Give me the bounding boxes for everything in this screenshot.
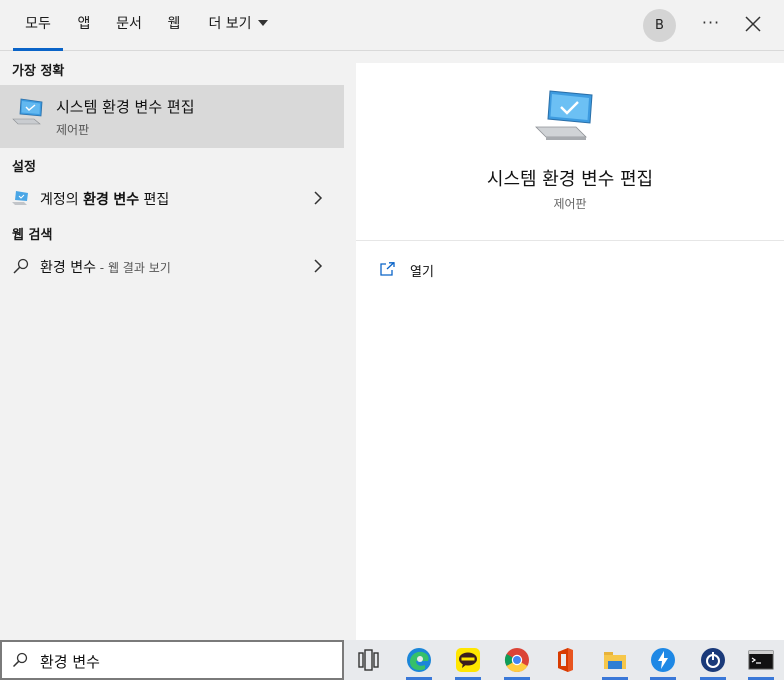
best-match-title: 시스템 환경 변수 편집: [56, 98, 195, 116]
search-input[interactable]: 환경 변수: [0, 640, 344, 680]
account-avatar[interactable]: B: [643, 9, 676, 42]
terminal-icon[interactable]: [748, 647, 774, 673]
divider: [356, 240, 784, 241]
best-match-subtitle: 제어판: [56, 123, 90, 137]
tab-all[interactable]: 모두: [13, 0, 63, 51]
kakaotalk-icon[interactable]: [455, 647, 481, 673]
tab-documents[interactable]: 문서: [112, 0, 146, 51]
settings-heading: 설정: [12, 160, 36, 175]
web-result-label: 환경 변수 - 웹 결과 보기: [40, 257, 171, 277]
settings-result-item[interactable]: 계정의 환경 변수 편집: [0, 181, 344, 215]
web-result-item[interactable]: 환경 변수 - 웹 결과 보기: [0, 249, 344, 283]
system-settings-icon: [12, 98, 43, 125]
settings-result-suffix: 편집: [139, 192, 170, 208]
tab-web[interactable]: 웹: [162, 0, 186, 51]
web-result-query: 환경 변수: [40, 260, 96, 276]
close-icon[interactable]: [742, 13, 764, 35]
search-icon: [13, 258, 29, 274]
results-list: 가장 정확 시스템 환경 변수 편집 제어판 설정 계정의 환경 변수 편집 웹…: [0, 52, 344, 640]
search-icon: [12, 652, 28, 668]
open-label: 열기: [410, 265, 434, 280]
open-button[interactable]: 열기: [380, 260, 500, 282]
office-icon[interactable]: [552, 647, 578, 673]
preview-pane: 시스템 환경 변수 편집 제어판 열기: [356, 63, 784, 640]
chevron-right-icon: [314, 191, 323, 205]
preview-title: 시스템 환경 변수 편집: [486, 169, 654, 190]
app-power-icon[interactable]: [700, 647, 726, 673]
search-filter-bar: 모두 앱 문서 웹 더 보기 B ···: [0, 0, 784, 51]
open-external-icon: [380, 262, 395, 276]
app-bolt-icon[interactable]: [650, 647, 676, 673]
best-match-item[interactable]: 시스템 환경 변수 편집 제어판: [0, 85, 344, 148]
web-result-suffix: - 웹 결과 보기: [95, 261, 171, 275]
tab-more[interactable]: 더 보기: [204, 0, 272, 51]
settings-result-highlight-2: 변수: [113, 192, 140, 208]
chrome-icon[interactable]: [504, 647, 530, 673]
settings-result-label: 계정의 환경 변수 편집: [40, 189, 169, 209]
settings-result-highlight-1: 환경: [83, 192, 109, 208]
system-settings-icon: [535, 90, 593, 140]
taskbar: [344, 640, 784, 680]
more-options-icon[interactable]: ···: [700, 12, 722, 36]
tab-more-label: 더 보기: [208, 16, 252, 32]
web-search-heading: 웹 검색: [12, 228, 53, 243]
chevron-right-icon: [314, 259, 323, 273]
edge-icon[interactable]: [406, 647, 432, 673]
caret-down-icon: [257, 20, 268, 26]
system-settings-icon: [12, 191, 28, 205]
task-view-icon[interactable]: [356, 647, 382, 673]
best-match-heading: 가장 정확: [12, 64, 65, 79]
tab-apps[interactable]: 앱: [72, 0, 96, 51]
search-value: 환경 변수: [40, 653, 100, 671]
file-explorer-icon[interactable]: [602, 647, 628, 673]
preview-subtitle: 제어판: [553, 197, 587, 211]
settings-result-prefix: 계정의: [40, 192, 84, 208]
